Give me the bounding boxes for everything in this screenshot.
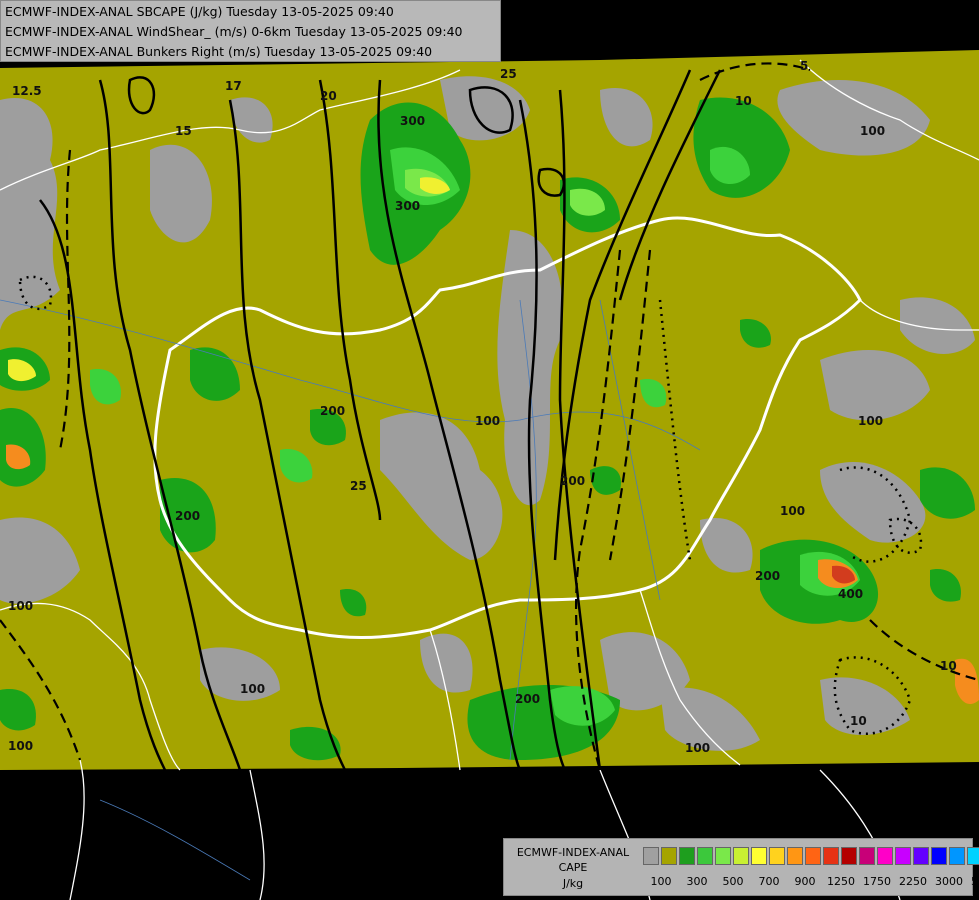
contour-label: 10: [940, 659, 957, 673]
legend-swatch: [823, 847, 839, 865]
header-line-windshear: ECMWF-INDEX-ANAL WindShear_ (m/s) 0-6km …: [5, 24, 463, 39]
contour-label: 100: [860, 124, 885, 138]
contour-label: 200: [515, 692, 540, 706]
contour-label: 25: [350, 479, 367, 493]
legend-swatch: [751, 847, 767, 865]
contour-label: 15: [175, 124, 192, 138]
contour-label: 300: [400, 114, 425, 128]
contour-label: 100: [475, 414, 500, 428]
legend-title-source: ECMWF-INDEX-ANAL: [516, 846, 630, 859]
legend-tick-label: 1750: [863, 875, 891, 888]
legend-ticks: 100 300 500 700 900 1250 1750 2250 3000 5000: [643, 875, 979, 889]
legend-title-units: J/kg: [562, 877, 584, 890]
legend-swatch: [913, 847, 929, 865]
contour-label: 12.5: [12, 84, 42, 98]
legend-swatch: [787, 847, 803, 865]
legend-swatch: [643, 847, 659, 865]
legend-swatches: [643, 847, 979, 865]
contour-label: 25: [500, 67, 517, 81]
legend-tick-label: 700: [758, 875, 780, 888]
legend-tick-label: 1250: [827, 875, 855, 888]
legend-swatch: [931, 847, 947, 865]
contour-label: 5: [800, 59, 808, 73]
legend-tick-label: 900: [794, 875, 816, 888]
contour-label: 300: [395, 199, 420, 213]
legend-swatch: [769, 847, 785, 865]
legend-tick-label: 300: [686, 875, 708, 888]
contour-label: 100: [8, 599, 33, 613]
legend-tick-label: 5000: [971, 875, 979, 888]
legend-title-variable: CAPE: [558, 861, 588, 874]
legend-swatch: [949, 847, 965, 865]
legend-tick-label: 3000: [935, 875, 963, 888]
contour-label: 200: [175, 509, 200, 523]
contour-label: 100: [240, 682, 265, 696]
header-line-bunkers: ECMWF-INDEX-ANAL Bunkers Right (m/s) Tue…: [5, 44, 433, 59]
contour-label: 20: [320, 89, 337, 103]
contour-label: 17: [225, 79, 242, 93]
legend-swatch: [967, 847, 979, 865]
contour-label: 100: [685, 741, 710, 755]
contour-label: 200: [320, 404, 345, 418]
legend-swatch: [859, 847, 875, 865]
legend-swatch: [697, 847, 713, 865]
cape-map: 25 15 20 12.5 17 5 10 100 100 200 200 30…: [0, 0, 979, 900]
contour-label: 400: [838, 587, 863, 601]
contour-label: 100: [780, 504, 805, 518]
legend-tick-label: 2250: [899, 875, 927, 888]
legend-swatch: [877, 847, 893, 865]
legend-tick-label: 100: [650, 875, 672, 888]
legend-swatch: [895, 847, 911, 865]
legend-swatch: [841, 847, 857, 865]
contour-label: 100: [8, 739, 33, 753]
contour-label: 200: [560, 474, 585, 488]
legend-tick-label: 500: [722, 875, 744, 888]
header-line-cape: ECMWF-INDEX-ANAL SBCAPE (J/kg) Tuesday 1…: [5, 4, 394, 19]
legend-swatch: [661, 847, 677, 865]
contour-label: 10: [850, 714, 867, 728]
contour-label: 100: [858, 414, 883, 428]
cape-legend: ECMWF-INDEX-ANAL CAPE J/kg 100 300 500 700 9…: [503, 838, 979, 896]
legend-swatch: [679, 847, 695, 865]
contour-label: 10: [735, 94, 752, 108]
legend-swatch: [733, 847, 749, 865]
legend-swatch: [805, 847, 821, 865]
map-header: ECMWF-INDEX-ANAL SBCAPE (J/kg) Tuesday 1…: [0, 0, 501, 62]
legend-swatch: [715, 847, 731, 865]
contour-label: 200: [755, 569, 780, 583]
